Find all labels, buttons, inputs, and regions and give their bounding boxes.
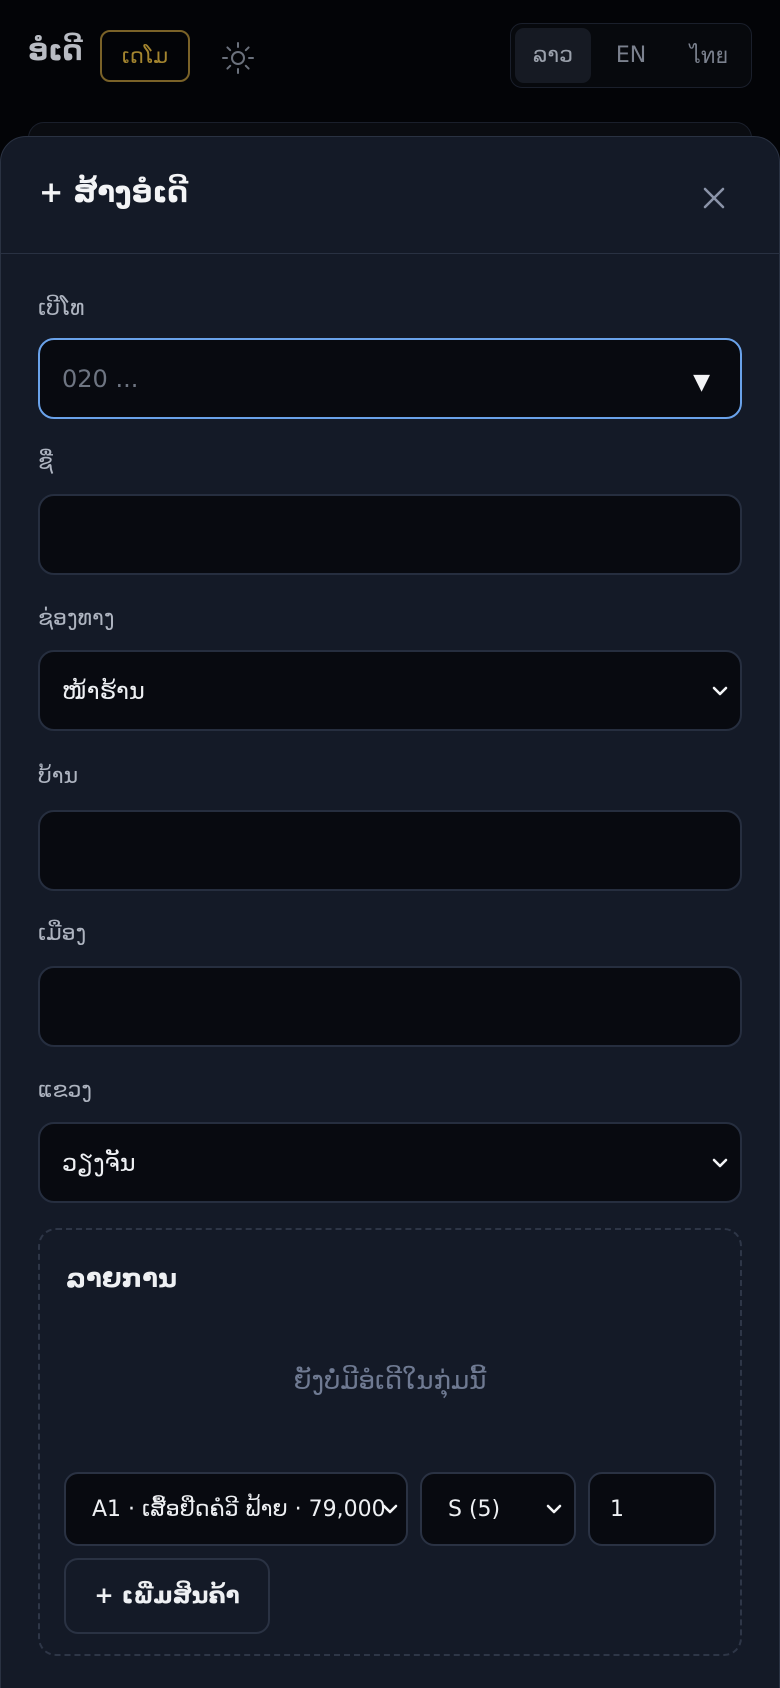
phone-label: ເບີໂທ (38, 296, 85, 321)
province-select[interactable]: ວຽງຈັນ (38, 1122, 742, 1203)
name-input[interactable] (38, 494, 742, 575)
demo-badge: ເດໂມ (100, 30, 190, 82)
province-label: ແຂວງ (38, 1078, 93, 1103)
lang-button-thai[interactable]: ไทย (671, 28, 747, 83)
close-button[interactable] (695, 179, 733, 217)
theme-toggle-sun-icon[interactable] (218, 38, 258, 78)
page: ອໍເດີ ເດໂມ ລາວ EN ไทย + ສ້າງອໍເດີ ເບີໂທ … (0, 0, 780, 1688)
product-select-value: A1 · ເສື້ອຢືດຄໍວີ ຟ້າຍ · 79,000 (92, 1496, 386, 1522)
chevron-down-icon (546, 1504, 562, 1514)
district-label: ເມືອງ (38, 921, 87, 946)
lang-button-en[interactable]: EN (593, 28, 669, 83)
sheet-title: + ສ້າງອໍເດີ (39, 175, 188, 209)
lang-button-lao[interactable]: ລາວ (515, 28, 591, 83)
chevron-down-icon (382, 1504, 398, 1514)
channel-label: ຊ່ອງທາງ (38, 606, 115, 631)
size-select[interactable]: S (5) (420, 1472, 576, 1546)
quantity-value: 1 (610, 1496, 624, 1522)
items-title: ລາຍການ (66, 1264, 177, 1294)
chevron-down-icon (712, 1158, 728, 1167)
dropdown-triangle-icon: ▼ (693, 369, 710, 395)
district-input[interactable] (38, 966, 742, 1047)
items-empty-text: ຍັງບໍ່ມີອໍເດີໃນກຸ່ມນີ້ (293, 1366, 487, 1396)
village-input[interactable] (38, 810, 742, 891)
channel-value: ໜ້າຮ້ານ (62, 676, 145, 705)
sheet-header: + ສ້າງອໍເດີ (1, 137, 779, 254)
channel-select[interactable]: ໜ້າຮ້ານ (38, 650, 742, 731)
app-brand: ອໍເດີ (28, 34, 83, 67)
name-label: ຊື່ (38, 450, 54, 475)
language-switcher: ລາວ EN ไทย (510, 23, 752, 88)
top-bar: ອໍເດີ ເດໂມ ລາວ EN ไทย (0, 0, 780, 120)
product-select[interactable]: A1 · ເສື້ອຢືດຄໍວີ ຟ້າຍ · 79,000 (64, 1472, 408, 1546)
chevron-down-icon (712, 686, 728, 695)
add-product-button[interactable]: + ເພີ່ມສິນຄ້າ (64, 1558, 270, 1634)
size-select-value: S (5) (448, 1496, 501, 1522)
close-icon (703, 187, 725, 209)
phone-input[interactable]: 020 ... ▼ (38, 338, 742, 419)
village-label: ບ້ານ (38, 764, 79, 789)
province-value: ວຽງຈັນ (62, 1148, 136, 1177)
phone-placeholder: 020 ... (62, 364, 139, 393)
quantity-input[interactable]: 1 (588, 1472, 716, 1546)
